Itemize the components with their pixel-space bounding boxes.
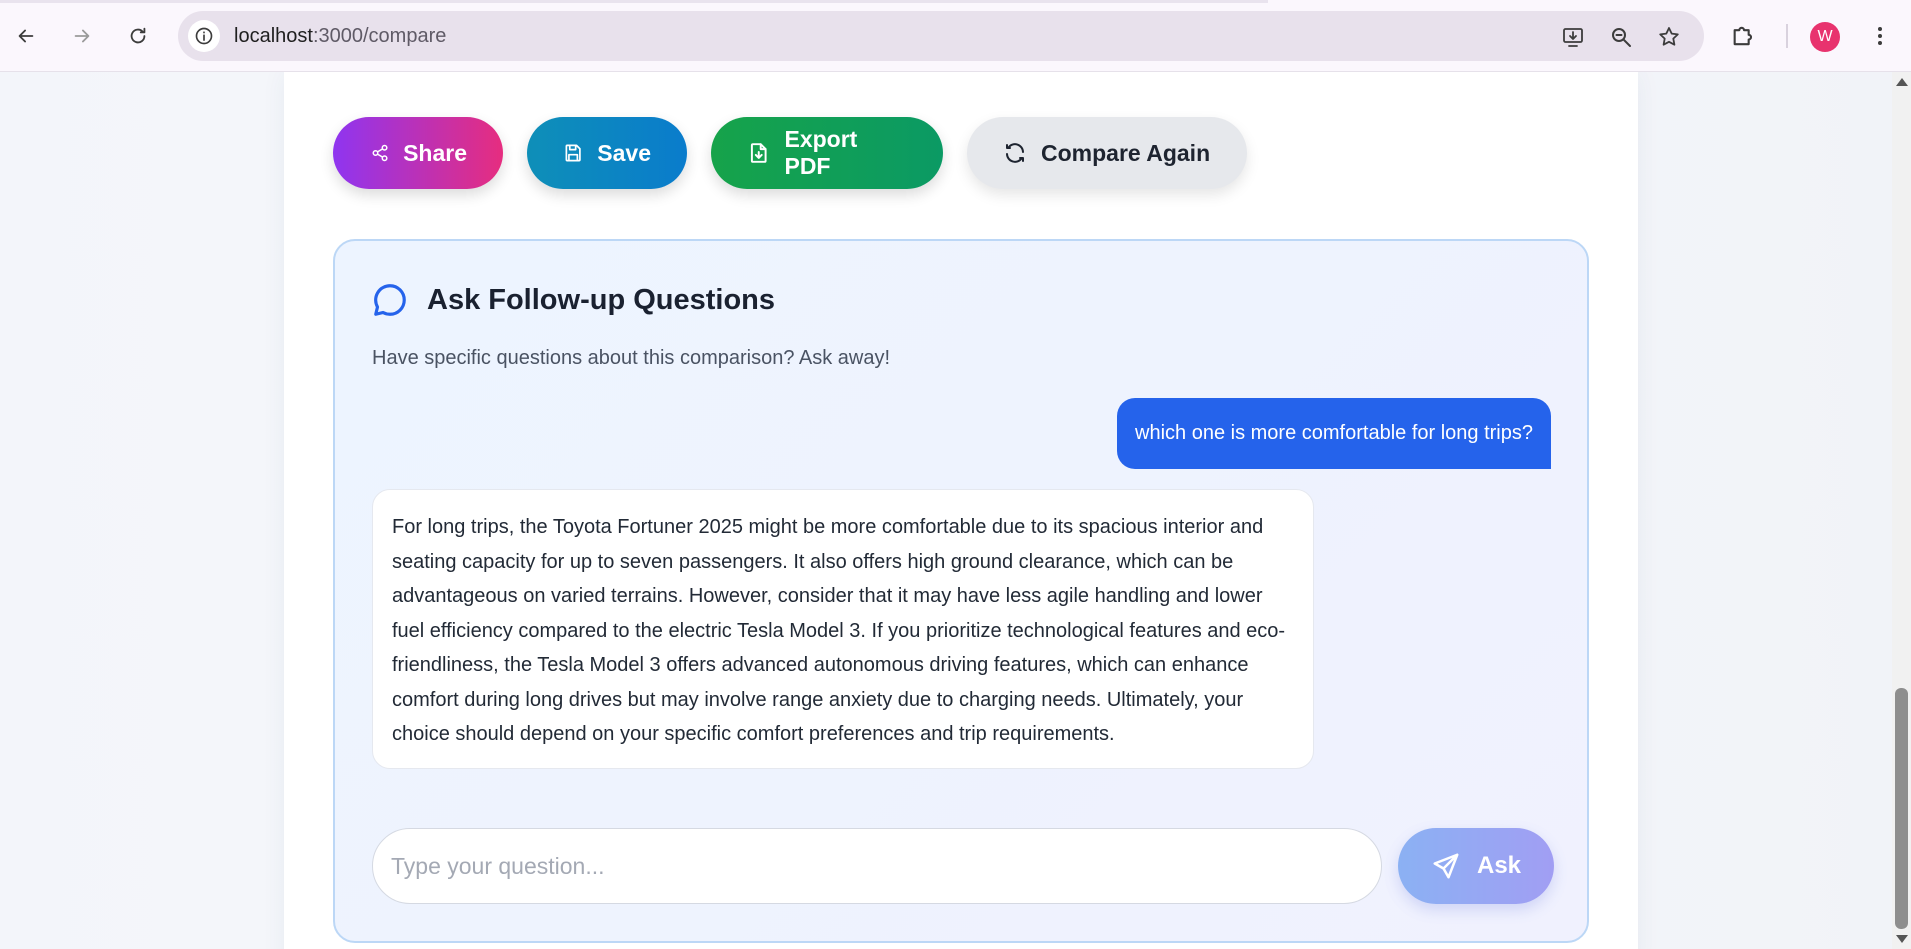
back-button[interactable]: [6, 16, 46, 56]
save-label: Save: [597, 139, 651, 166]
toolbar-divider: [1786, 24, 1788, 48]
page-scrollbar[interactable]: [1892, 72, 1911, 949]
address-bar[interactable]: localhost:3000/compare: [178, 11, 1704, 61]
question-input[interactable]: [372, 828, 1382, 904]
compare-again-label: Compare Again: [1041, 139, 1211, 166]
profile-avatar[interactable]: W: [1810, 22, 1840, 52]
qa-subtitle: Have specific questions about this compa…: [372, 347, 891, 369]
share-button[interactable]: Share: [333, 117, 503, 189]
action-buttons: Share Save Export PDF Compare Again: [333, 117, 1247, 189]
browser-toolbar: localhost:3000/compare W: [0, 0, 1911, 72]
bookmark-button[interactable]: [1656, 24, 1682, 50]
star-icon: [1659, 27, 1679, 46]
kebab-menu-icon: [1878, 27, 1882, 45]
reload-button[interactable]: [118, 16, 158, 56]
scroll-up-arrow[interactable]: [1896, 78, 1908, 86]
site-info-button[interactable]: [188, 20, 220, 52]
page-load-indicator: [0, 0, 1268, 3]
qa-header: Ask Follow-up Questions: [371, 281, 775, 319]
share-label: Share: [403, 139, 467, 166]
send-icon: [1433, 853, 1459, 879]
assistant-message: For long trips, the Toyota Fortuner 2025…: [372, 489, 1314, 769]
arrow-right-icon: [74, 29, 90, 43]
save-button[interactable]: Save: [527, 117, 687, 189]
compare-again-button[interactable]: Compare Again: [967, 117, 1247, 189]
arrow-left-icon: [18, 29, 34, 43]
page-viewport: Share Save Export PDF Compare Again Ask …: [0, 72, 1892, 949]
zoom-icon: [1612, 28, 1631, 47]
url-host: localhost: [234, 25, 313, 47]
install-app-icon: [1563, 28, 1583, 47]
comparison-card: Share Save Export PDF Compare Again Ask …: [284, 72, 1638, 949]
scroll-down-arrow[interactable]: [1896, 935, 1908, 943]
extensions-button[interactable]: [1730, 22, 1758, 50]
ask-form: Ask: [372, 828, 1554, 904]
url-text: localhost:3000/compare: [234, 25, 446, 48]
user-message: which one is more comfortable for long t…: [1117, 398, 1551, 469]
puzzle-icon: [1733, 26, 1753, 46]
export-pdf-label: Export PDF: [784, 126, 858, 179]
file-download-icon: [750, 143, 767, 163]
browser-menu-button[interactable]: [1866, 20, 1894, 52]
zoom-button[interactable]: [1608, 24, 1634, 50]
forward-button[interactable]: [62, 16, 102, 56]
info-icon: [195, 27, 213, 45]
follow-up-questions-panel: Ask Follow-up Questions Have specific qu…: [333, 239, 1589, 943]
reload-icon: [130, 27, 146, 44]
chat-bubble-icon: [374, 284, 406, 316]
ask-label: Ask: [1476, 852, 1522, 879]
share-icon: [372, 144, 388, 162]
export-pdf-button[interactable]: Export PDF: [711, 117, 943, 189]
url-path: :3000/compare: [312, 25, 447, 47]
floppy-disk-icon: [565, 144, 581, 162]
qa-title: Ask Follow-up Questions: [427, 283, 776, 316]
install-app-button[interactable]: [1560, 24, 1586, 50]
ask-button[interactable]: Ask: [1398, 828, 1554, 904]
refresh-icon: [1006, 143, 1024, 163]
scrollbar-thumb[interactable]: [1895, 688, 1908, 929]
